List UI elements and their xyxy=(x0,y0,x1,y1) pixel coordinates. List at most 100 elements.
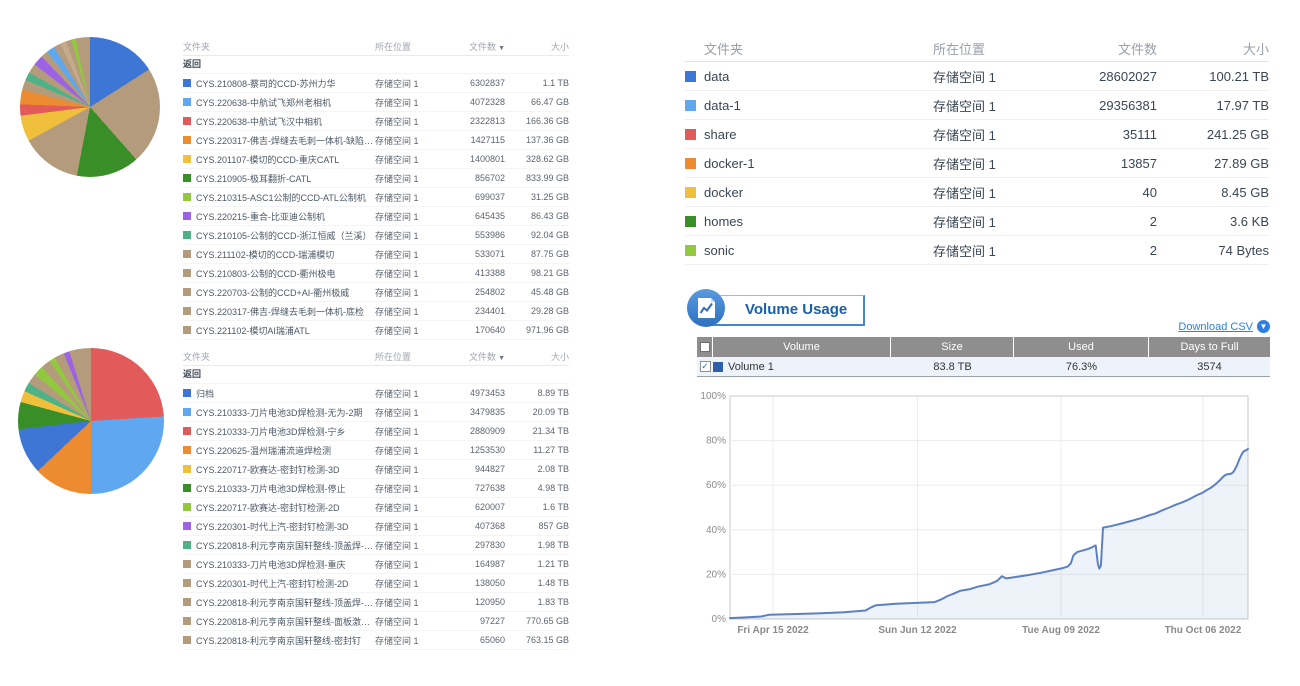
folder-location: 存储空间 1 xyxy=(933,96,1027,115)
folder-color-swatch xyxy=(685,187,696,198)
column-header-location[interactable]: 所在位置 xyxy=(933,39,1027,58)
folder-row[interactable]: CYS.220317-佛吉-焊缝去毛刺一体机-缺陷检测存储空间 11427115… xyxy=(183,131,569,150)
table-header-row: 文件夹 所在位置 文件数▼ 大小 xyxy=(183,38,569,56)
folder-row[interactable]: CYS.210808-蔡司的CCD-苏州力华存储空间 163028371.1 T… xyxy=(183,74,569,93)
folder-size: 74 Bytes xyxy=(1157,243,1269,258)
folder-row[interactable]: CYS.210803-公制的CCD-衢州极电存储空间 141338898.21 … xyxy=(183,264,569,283)
folder-row[interactable]: CYS.220717-欧赛达-密封钉检测-2D存储空间 16200071.6 T… xyxy=(183,498,569,517)
folder-row[interactable]: CYS.210333-刀片电池3D焊检测-重庆存储空间 11649871.21 … xyxy=(183,555,569,574)
folder-file-count: 97227 xyxy=(447,616,505,626)
folder-row[interactable]: CYS.210333-刀片电池3D焊检测-宁乡存储空间 1288090921.3… xyxy=(183,422,569,441)
folder-size: 8.45 GB xyxy=(1157,185,1269,200)
column-header-size[interactable]: Size xyxy=(891,337,1014,357)
column-header-folder[interactable]: 文件夹 xyxy=(704,39,933,58)
folder-row[interactable]: CYS.201107-模切的CCD-重庆CATL存储空间 11400801328… xyxy=(183,150,569,169)
folder-row[interactable]: data-1存储空间 12935638117.97 TB xyxy=(685,91,1269,120)
folder-location: 存储空间 1 xyxy=(375,539,447,552)
folder-location: 存储空间 1 xyxy=(375,305,447,318)
folder-color-swatch xyxy=(183,231,191,239)
column-header-files[interactable]: 文件数▼ xyxy=(447,40,505,53)
folder-location: 存储空间 1 xyxy=(933,241,1027,260)
folder-row[interactable]: CYS.220301-时代上汽-密封钉检测-3D存储空间 1407368857 … xyxy=(183,517,569,536)
column-header-folder[interactable]: 文件夹 xyxy=(183,40,375,53)
folder-name: CYS.220818-利元亨南京国轩整线-密封钉 xyxy=(196,634,375,647)
folder-location: 存储空间 1 xyxy=(933,183,1027,202)
column-header-size[interactable]: 大小 xyxy=(1157,39,1269,58)
folder-location: 存储空间 1 xyxy=(933,212,1027,231)
column-header-volume[interactable]: Volume xyxy=(713,337,891,357)
folder-color-swatch xyxy=(183,174,191,182)
x-axis-tick-label: Thu Oct 06 2022 xyxy=(1165,625,1242,636)
folder-row[interactable]: homes存储空间 123.6 KB xyxy=(685,207,1269,236)
column-header-size[interactable]: 大小 xyxy=(505,40,569,53)
folder-row[interactable]: CYS.210905-极耳翻折-CATL存储空间 1856702833.99 G… xyxy=(183,169,569,188)
volume-checkbox[interactable]: ✓ xyxy=(700,361,711,372)
volume-row[interactable]: ✓ Volume 1 83.8 TB 76.3% 3574 xyxy=(697,357,1270,376)
folder-row[interactable]: CYS.220717-欧赛达-密封钉检测-3D存储空间 19448272.08 … xyxy=(183,460,569,479)
folder-row[interactable]: CYS.220818-利元亨南京国轩整线-面板激光焊接-...存储空间 1972… xyxy=(183,612,569,631)
back-link[interactable]: 返回 xyxy=(183,56,569,74)
folder-row[interactable]: CYS.211102-模切的CCD-瑞浦模切存储空间 153307187.75 … xyxy=(183,245,569,264)
folder-name: CYS.220818-利元亨南京国轩整线-面板激光焊接-... xyxy=(196,615,375,628)
table-body: 归档存储空间 149734538.89 TBCYS.210333-刀片电池3D焊… xyxy=(183,384,569,650)
column-header-folder[interactable]: 文件夹 xyxy=(183,350,375,363)
folder-row[interactable]: 归档存储空间 149734538.89 TB xyxy=(183,384,569,403)
column-header-size[interactable]: 大小 xyxy=(505,350,569,363)
column-header-location[interactable]: 所在位置 xyxy=(375,40,447,53)
folder-row[interactable]: docker存储空间 1408.45 GB xyxy=(685,178,1269,207)
folder-name: CYS.220625-温州瑞浦流道焊检测 xyxy=(196,444,375,457)
folder-row[interactable]: CYS.220703-公制的CCD+AI-衢州极威存储空间 125480245.… xyxy=(183,283,569,302)
folder-row[interactable]: CYS.221102-模切AI瑞浦ATL存储空间 1170640971.96 G… xyxy=(183,321,569,340)
folder-color-swatch xyxy=(685,100,696,111)
folder-row[interactable]: CYS.220638-中航试飞汉中相机存储空间 12322813166.36 G… xyxy=(183,112,569,131)
folder-color-swatch xyxy=(183,522,191,530)
folder-row[interactable]: CYS.210315-ASC1公制的CCD-ATL公制机存储空间 1699037… xyxy=(183,188,569,207)
folder-row[interactable]: CYS.220638-中航试飞郑州老相机存储空间 1407232866.47 G… xyxy=(183,93,569,112)
folder-row[interactable]: CYS.220215-重合-比亚迪公制机存储空间 164543586.43 GB xyxy=(183,207,569,226)
folder-size: 86.43 GB xyxy=(505,211,569,221)
folder-color-swatch xyxy=(183,288,191,296)
y-axis-tick-label: 0% xyxy=(712,614,727,625)
column-header-days-to-full[interactable]: Days to Full xyxy=(1149,337,1270,357)
folder-color-swatch xyxy=(183,560,191,568)
table-body: data存储空间 128602027100.21 TBdata-1存储空间 12… xyxy=(685,62,1269,265)
folder-file-count: 533071 xyxy=(447,249,505,259)
folder-name: data-1 xyxy=(704,98,933,113)
column-header-files[interactable]: 文件数 xyxy=(1027,39,1157,58)
folder-location: 存储空间 1 xyxy=(375,267,447,280)
folder-row[interactable]: CYS.210333-刀片电池3D焊检测-无为-2期存储空间 134798352… xyxy=(183,403,569,422)
folder-location: 存储空间 1 xyxy=(375,520,447,533)
folder-row[interactable]: CYS.210105-公制的CCD-浙江恒威（兰溪）存储空间 155398692… xyxy=(183,226,569,245)
folder-row[interactable]: data存储空间 128602027100.21 TB xyxy=(685,62,1269,91)
folder-detail-table-bottom: 文件夹 所在位置 文件数▼ 大小 返回 归档存储空间 149734538.89 … xyxy=(183,348,569,650)
column-header-files-label: 文件数 xyxy=(469,352,496,362)
folder-row[interactable]: share存储空间 135111241.25 GB xyxy=(685,120,1269,149)
folder-color-swatch xyxy=(183,636,191,644)
select-all-checkbox[interactable] xyxy=(700,342,710,352)
folder-row[interactable]: CYS.220625-温州瑞浦流道焊检测存储空间 1125353011.27 T… xyxy=(183,441,569,460)
column-header-used[interactable]: Used xyxy=(1014,337,1149,357)
folder-row[interactable]: CYS.220818-利元亨南京国轩整线-密封钉存储空间 165060763.1… xyxy=(183,631,569,650)
folder-row[interactable]: CYS.220317-佛吉-焊缝去毛刺一体机-底检存储空间 123440129.… xyxy=(183,302,569,321)
folder-file-count: 407368 xyxy=(447,521,505,531)
folder-color-swatch xyxy=(183,269,191,277)
folder-size: 31.25 GB xyxy=(505,192,569,202)
folder-file-count: 1253530 xyxy=(447,445,505,455)
download-csv-link[interactable]: Download CSV ▼ xyxy=(1130,320,1270,333)
folder-size: 11.27 TB xyxy=(505,445,569,455)
folder-row[interactable]: docker-1存储空间 11385727.89 GB xyxy=(685,149,1269,178)
folder-color-swatch xyxy=(183,427,191,435)
folder-row[interactable]: CYS.220301-时代上汽-密封钉检测-2D存储空间 11380501.48… xyxy=(183,574,569,593)
back-link[interactable]: 返回 xyxy=(183,366,569,384)
sort-desc-icon: ▼ xyxy=(498,45,505,52)
folder-row[interactable]: CYS.210333-刀片电池3D焊检测-停止存储空间 17276384.98 … xyxy=(183,479,569,498)
column-header-location[interactable]: 所在位置 xyxy=(375,350,447,363)
folder-name: CYS.220717-欧赛达-密封钉检测-3D xyxy=(196,463,375,476)
folder-row[interactable]: CYS.220818-利元亨南京国轩整线-顶盖焊-3D存储空间 12978301… xyxy=(183,536,569,555)
folder-color-swatch xyxy=(183,79,191,87)
column-header-files[interactable]: 文件数▼ xyxy=(447,350,505,363)
folder-location: 存储空间 1 xyxy=(375,248,447,261)
folder-row[interactable]: sonic存储空间 1274 Bytes xyxy=(685,236,1269,265)
folder-name: share xyxy=(704,127,933,142)
folder-row[interactable]: CYS.220818-利元亨南京国轩整线-顶盖焊-2D存储空间 11209501… xyxy=(183,593,569,612)
